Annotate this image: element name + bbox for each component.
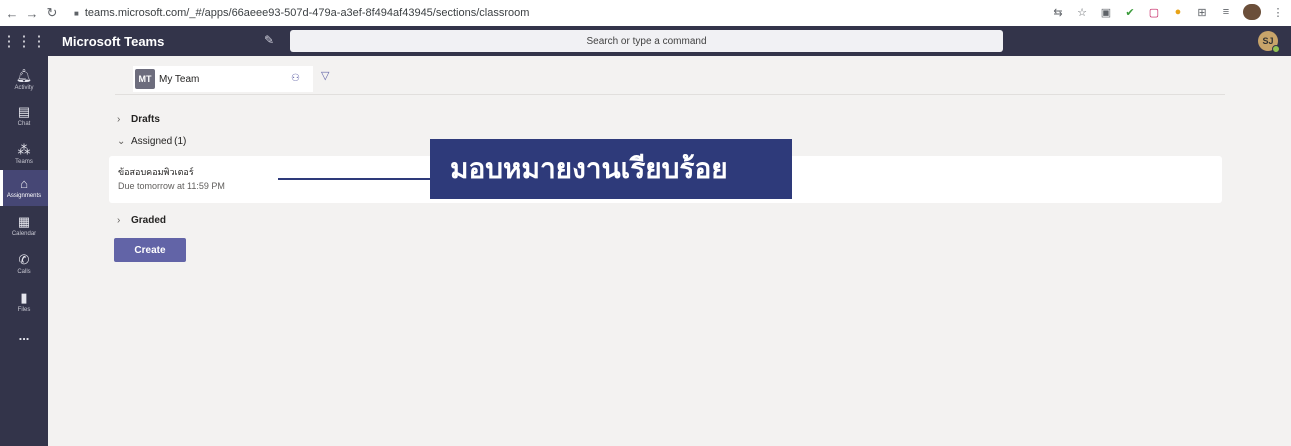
extension-icon[interactable]: ✔ <box>1123 5 1137 19</box>
chevron-down-icon: ⌄ <box>117 136 126 147</box>
teams-header: ⋮⋮⋮ Microsoft Teams ✎ Search or type a c… <box>0 26 1291 56</box>
star-icon[interactable]: ☆ <box>1075 5 1089 19</box>
section-title: Graded <box>131 215 167 226</box>
extension-icon[interactable]: ▢ <box>1147 5 1161 19</box>
phone-icon: ✆ <box>18 252 30 267</box>
more-apps-button[interactable]: ... <box>0 318 48 354</box>
back-icon[interactable]: ← <box>4 6 20 21</box>
backpack-icon: ⌂ <box>20 176 28 191</box>
callout-text: มอบหมายงานเรียบร้อย <box>450 153 728 184</box>
rail-item-chat[interactable]: ▤ Chat <box>0 98 48 134</box>
rail-label: Teams <box>15 159 33 165</box>
assignment-due-date: Due tomorrow at 11:59 PM <box>118 181 225 191</box>
people-icon[interactable]: ⚇ <box>291 73 300 84</box>
rail-label: Assignments <box>6 193 42 199</box>
browser-extensions: ⇆ ☆ ▣ ✔ ▢ ● ⊞ ≡ ⋮ <box>1051 4 1285 20</box>
browser-profile-avatar[interactable] <box>1243 4 1261 20</box>
more-icon: ... <box>18 328 30 343</box>
rail-label: Calls <box>17 269 31 275</box>
url-text: teams.microsoft.com/_#/apps/66aeee93-507… <box>84 7 530 19</box>
team-tile: MT <box>135 69 155 89</box>
forward-icon[interactable]: → <box>24 6 40 21</box>
presence-badge <box>1272 45 1280 53</box>
rail-label: Activity <box>14 85 34 91</box>
chat-icon: ▤ <box>17 104 31 119</box>
rail-item-calls[interactable]: ✆ Calls <box>0 246 48 282</box>
file-icon: ▮ <box>20 290 28 305</box>
section-title: Drafts <box>131 114 160 125</box>
rail-item-files[interactable]: ▮ Files <box>0 284 48 320</box>
search-placeholder: Search or type a command <box>586 35 707 47</box>
chevron-right-icon: › <box>117 215 121 226</box>
search-input[interactable]: Search or type a command <box>290 30 1003 52</box>
bell-icon: 🔔︎ <box>15 68 33 83</box>
rail-label: Calendar <box>11 231 37 237</box>
app-launcher-icon[interactable]: ⋮⋮⋮ <box>0 26 48 56</box>
app-rail: 🔔︎ Activity ▤ Chat ⁂ Teams ⌂ Assignments… <box>0 56 48 446</box>
section-drafts[interactable]: › Drafts <box>117 114 160 125</box>
callout-connector <box>278 178 430 180</box>
section-assigned[interactable]: ⌄ Assigned (1) <box>117 136 186 147</box>
rail-item-activity[interactable]: 🔔︎ Activity <box>0 62 48 98</box>
filter-icon[interactable]: ▽ <box>321 69 329 82</box>
browser-menu-icon[interactable]: ⋮ <box>1271 5 1285 19</box>
create-button[interactable]: Create <box>114 238 186 262</box>
section-graded[interactable]: › Graded <box>117 215 166 226</box>
avatar[interactable]: SJ <box>1258 31 1280 53</box>
browser-toolbar: ← → ↻ ■ teams.microsoft.com/_#/apps/66ae… <box>0 0 1291 26</box>
callout-banner: มอบหมายงานเรียบร้อย <box>430 139 792 199</box>
teams-icon: ⁂ <box>17 142 31 157</box>
section-count: (1) <box>174 136 187 147</box>
extension-icon[interactable]: ▣ <box>1099 5 1113 19</box>
calendar-icon: ▦ <box>17 214 31 229</box>
section-title: Assigned <box>131 136 173 147</box>
chevron-right-icon: › <box>117 114 121 125</box>
team-name: My Team <box>159 73 200 85</box>
app-title: Microsoft Teams <box>62 33 165 49</box>
address-bar[interactable]: ■ teams.microsoft.com/_#/apps/66aeee93-5… <box>74 7 529 19</box>
reload-icon[interactable]: ↻ <box>44 5 60 21</box>
new-chat-icon[interactable]: ✎ <box>264 33 274 47</box>
assignment-title: ข้อสอบคอมพิวเตอร์ <box>118 167 194 177</box>
reading-list-icon[interactable]: ≡ <box>1219 5 1233 19</box>
extension-icon[interactable]: ● <box>1171 5 1185 19</box>
rail-label: Files <box>17 307 31 313</box>
rail-item-assignments[interactable]: ⌂ Assignments <box>0 170 48 206</box>
avatar-initials: SJ <box>1262 36 1274 46</box>
lock-icon: ■ <box>74 8 79 18</box>
extension-icon[interactable]: ⊞ <box>1195 5 1209 19</box>
translate-icon[interactable]: ⇆ <box>1051 5 1065 19</box>
rail-item-calendar[interactable]: ▦ Calendar <box>0 208 48 244</box>
team-selector[interactable]: MT My Team ⚇ <box>133 66 313 92</box>
team-header: MT My Team ⚇ ▽ <box>115 63 1225 95</box>
rail-label: Chat <box>17 121 31 127</box>
rail-item-teams[interactable]: ⁂ Teams <box>0 136 48 172</box>
assignments-page: MT My Team ⚇ ▽ › Drafts ⌄ Assigned (1) ข… <box>48 56 1291 446</box>
